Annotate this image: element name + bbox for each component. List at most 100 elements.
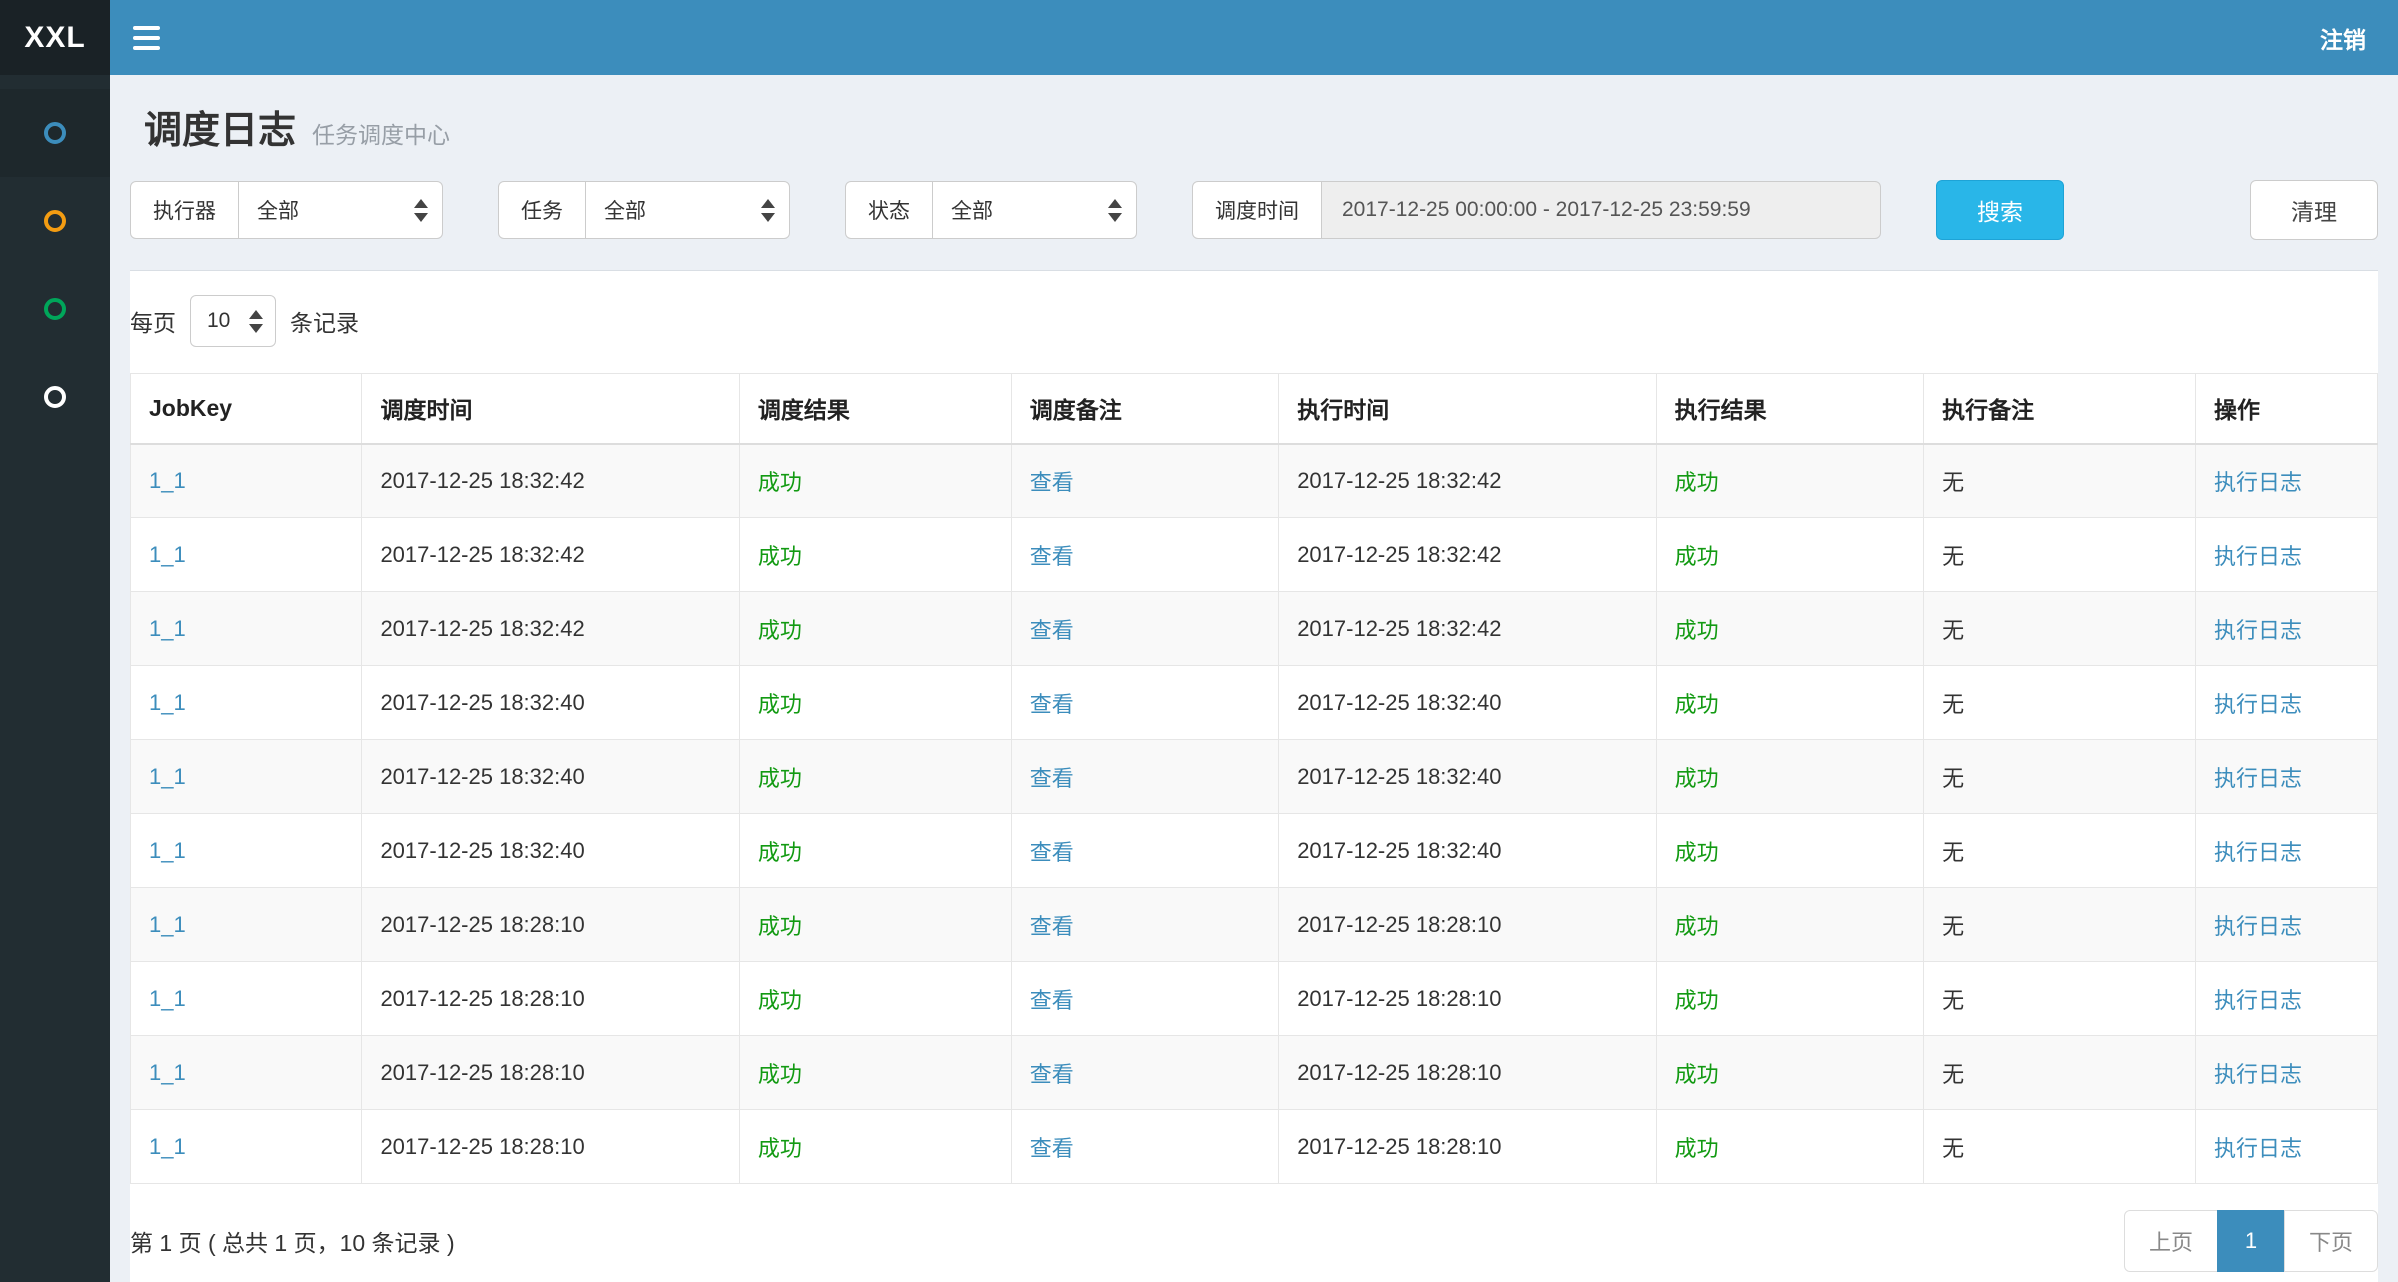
handle-msg-value: 无	[1942, 1062, 1964, 1087]
trigger-result-value: 成功	[758, 988, 802, 1013]
filter-bar: 执行器 全部 任务 全部 状态 全部 调度时间 2017-12-25 00:00…	[130, 180, 2378, 240]
trigger-msg-link[interactable]: 查看	[1030, 914, 1074, 939]
logout-link[interactable]: 注销	[2288, 0, 2398, 75]
cell-trigger_msg: 查看	[1011, 444, 1278, 518]
cell-trigger_msg: 查看	[1011, 1110, 1278, 1184]
trigger-time-value: 2017-12-25 18:32:40	[380, 690, 584, 715]
cell-handle_time: 2017-12-25 18:32:40	[1279, 740, 1656, 814]
job-key-link[interactable]: 1_1	[149, 468, 186, 493]
cell-handle_result: 成功	[1656, 888, 1923, 962]
cell-trigger_msg: 查看	[1011, 962, 1278, 1036]
trigger-msg-link[interactable]: 查看	[1030, 1136, 1074, 1161]
trigger-time-value: 2017-12-25 18:32:42	[380, 468, 584, 493]
exec-log-link[interactable]: 执行日志	[2214, 1136, 2302, 1161]
next-page-button[interactable]: 下页	[2284, 1210, 2378, 1272]
current-page-button[interactable]: 1	[2217, 1210, 2285, 1272]
trigger-msg-link[interactable]: 查看	[1030, 544, 1074, 569]
log-table-header-row: JobKey调度时间调度结果调度备注执行时间执行结果执行备注操作	[131, 374, 2378, 444]
exec-log-link[interactable]: 执行日志	[2214, 544, 2302, 569]
handle-result-value: 成功	[1675, 988, 1719, 1013]
job-key-link[interactable]: 1_1	[149, 616, 186, 641]
exec-log-link[interactable]: 执行日志	[2214, 766, 2302, 791]
column-header-6: 执行结果	[1656, 374, 1923, 444]
exec-log-link[interactable]: 执行日志	[2214, 1062, 2302, 1087]
trigger-msg-link[interactable]: 查看	[1030, 766, 1074, 791]
page-size-select[interactable]: 10	[190, 295, 276, 347]
table-row: 1_12017-12-25 18:32:42成功查看2017-12-25 18:…	[131, 444, 2378, 518]
job-select[interactable]: 全部	[585, 181, 790, 239]
status-select[interactable]: 全部	[932, 181, 1137, 239]
trigger-time-value: 2017-12-25 18:28:10	[380, 1060, 584, 1085]
job-key-link[interactable]: 1_1	[149, 986, 186, 1011]
cell-trigger_time: 2017-12-25 18:28:10	[362, 962, 739, 1036]
table-row: 1_12017-12-25 18:32:42成功查看2017-12-25 18:…	[131, 518, 2378, 592]
trigger-time-value: 2017-12-25 18:28:10	[380, 1134, 584, 1159]
exec-log-link[interactable]: 执行日志	[2214, 840, 2302, 865]
handle-result-value: 成功	[1675, 544, 1719, 569]
trigger-msg-link[interactable]: 查看	[1030, 1062, 1074, 1087]
trigger-msg-link[interactable]: 查看	[1030, 988, 1074, 1013]
exec-log-link[interactable]: 执行日志	[2214, 470, 2302, 495]
sidebar-toggle-button[interactable]	[110, 0, 182, 75]
table-row: 1_1 2017-12-25 18:28:10 成功 查看 2017-12-25 18:…	[131, 1036, 2378, 1110]
handle-result-value: 成功	[1675, 914, 1719, 939]
cell-trigger_time: 2017-12-25 18:32:40	[362, 814, 739, 888]
page-size-suffix-label: 条记录	[290, 304, 359, 338]
sidebar-item-4[interactable]	[0, 353, 110, 441]
job-key-link[interactable]: 1_1	[149, 542, 186, 567]
executor-filter-label: 执行器	[130, 181, 239, 239]
exec-log-link[interactable]: 执行日志	[2214, 618, 2302, 643]
table-row: 1_12017-12-25 18:32:40成功查看2017-12-25 18:…	[131, 740, 2378, 814]
job-key-link[interactable]: 1_1	[149, 690, 186, 715]
exec-log-link[interactable]: 执行日志	[2214, 914, 2302, 939]
job-key-link[interactable]: 1_1	[149, 912, 186, 937]
cell-action: 执行日志	[2195, 518, 2377, 592]
select-stepper-icon	[249, 310, 263, 333]
handle-time-value: 2017-12-25 18:28:10	[1297, 1060, 1501, 1085]
cell-action: 执行日志	[2195, 444, 2377, 518]
job-key-link[interactable]: 1_1	[149, 764, 186, 789]
trigger-msg-link[interactable]: 查看	[1030, 470, 1074, 495]
handle-msg-value: 无	[1942, 692, 1964, 717]
cell-handle_time: 2017-12-25 18:32:42	[1279, 444, 1656, 518]
cell-trigger_msg: 查看	[1011, 888, 1278, 962]
exec-log-link[interactable]: 执行日志	[2214, 988, 2302, 1013]
sidebar-item-3[interactable]	[0, 265, 110, 353]
app-logo[interactable]: XXL	[0, 0, 110, 75]
trigger-result-value: 成功	[758, 692, 802, 717]
trigger-time-range-input[interactable]: 2017-12-25 00:00:00 - 2017-12-25 23:59:5…	[1321, 181, 1881, 239]
prev-page-button[interactable]: 上页	[2124, 1210, 2218, 1272]
cell-trigger_result: 成功	[739, 962, 1011, 1036]
trigger-result-value: 成功	[758, 840, 802, 865]
page-size-value: 10	[207, 309, 230, 333]
executor-select[interactable]: 全部	[238, 181, 443, 239]
trigger-time-value: 2017-12-25 18:32:40	[380, 764, 584, 789]
cell-handle_msg: 无	[1924, 592, 2196, 666]
cell-job_key: 1_1	[131, 888, 362, 962]
trigger-result-value: 成功	[758, 618, 802, 643]
circle-outline-icon	[44, 122, 66, 144]
job-key-link[interactable]: 1_1	[149, 1060, 186, 1085]
cell-handle_msg: 无	[1924, 814, 2196, 888]
cell-trigger_time: 2017-12-25 18:32:42	[362, 518, 739, 592]
search-button[interactable]: 搜索	[1936, 180, 2064, 240]
exec-log-link[interactable]: 执行日志	[2214, 692, 2302, 717]
cell-action: 执行日志	[2195, 814, 2377, 888]
sidebar-item-1[interactable]	[0, 89, 110, 177]
table-footer: 第 1 页 ( 总共 1 页，10 条记录 ) 上页 1 下页	[130, 1210, 2378, 1272]
trigger-result-value: 成功	[758, 914, 802, 939]
job-key-link[interactable]: 1_1	[149, 838, 186, 863]
sidebar-menu	[0, 75, 110, 1282]
trigger-msg-link[interactable]: 查看	[1030, 618, 1074, 643]
trigger-msg-link[interactable]: 查看	[1030, 840, 1074, 865]
cell-handle_result: 成功	[1656, 1036, 1923, 1110]
trigger-msg-link[interactable]: 查看	[1030, 692, 1074, 717]
sidebar-item-2[interactable]	[0, 177, 110, 265]
handle-msg-value: 无	[1942, 544, 1964, 569]
handle-msg-value: 无	[1942, 1136, 1964, 1161]
job-key-link[interactable]: 1_1	[149, 1134, 186, 1159]
pagination-info: 第 1 页 ( 总共 1 页，10 条记录 )	[130, 1224, 455, 1258]
cell-handle_time: 2017-12-25 18:28:10	[1279, 962, 1656, 1036]
cell-handle_result: 成功	[1656, 592, 1923, 666]
clear-button[interactable]: 清理	[2250, 180, 2378, 240]
